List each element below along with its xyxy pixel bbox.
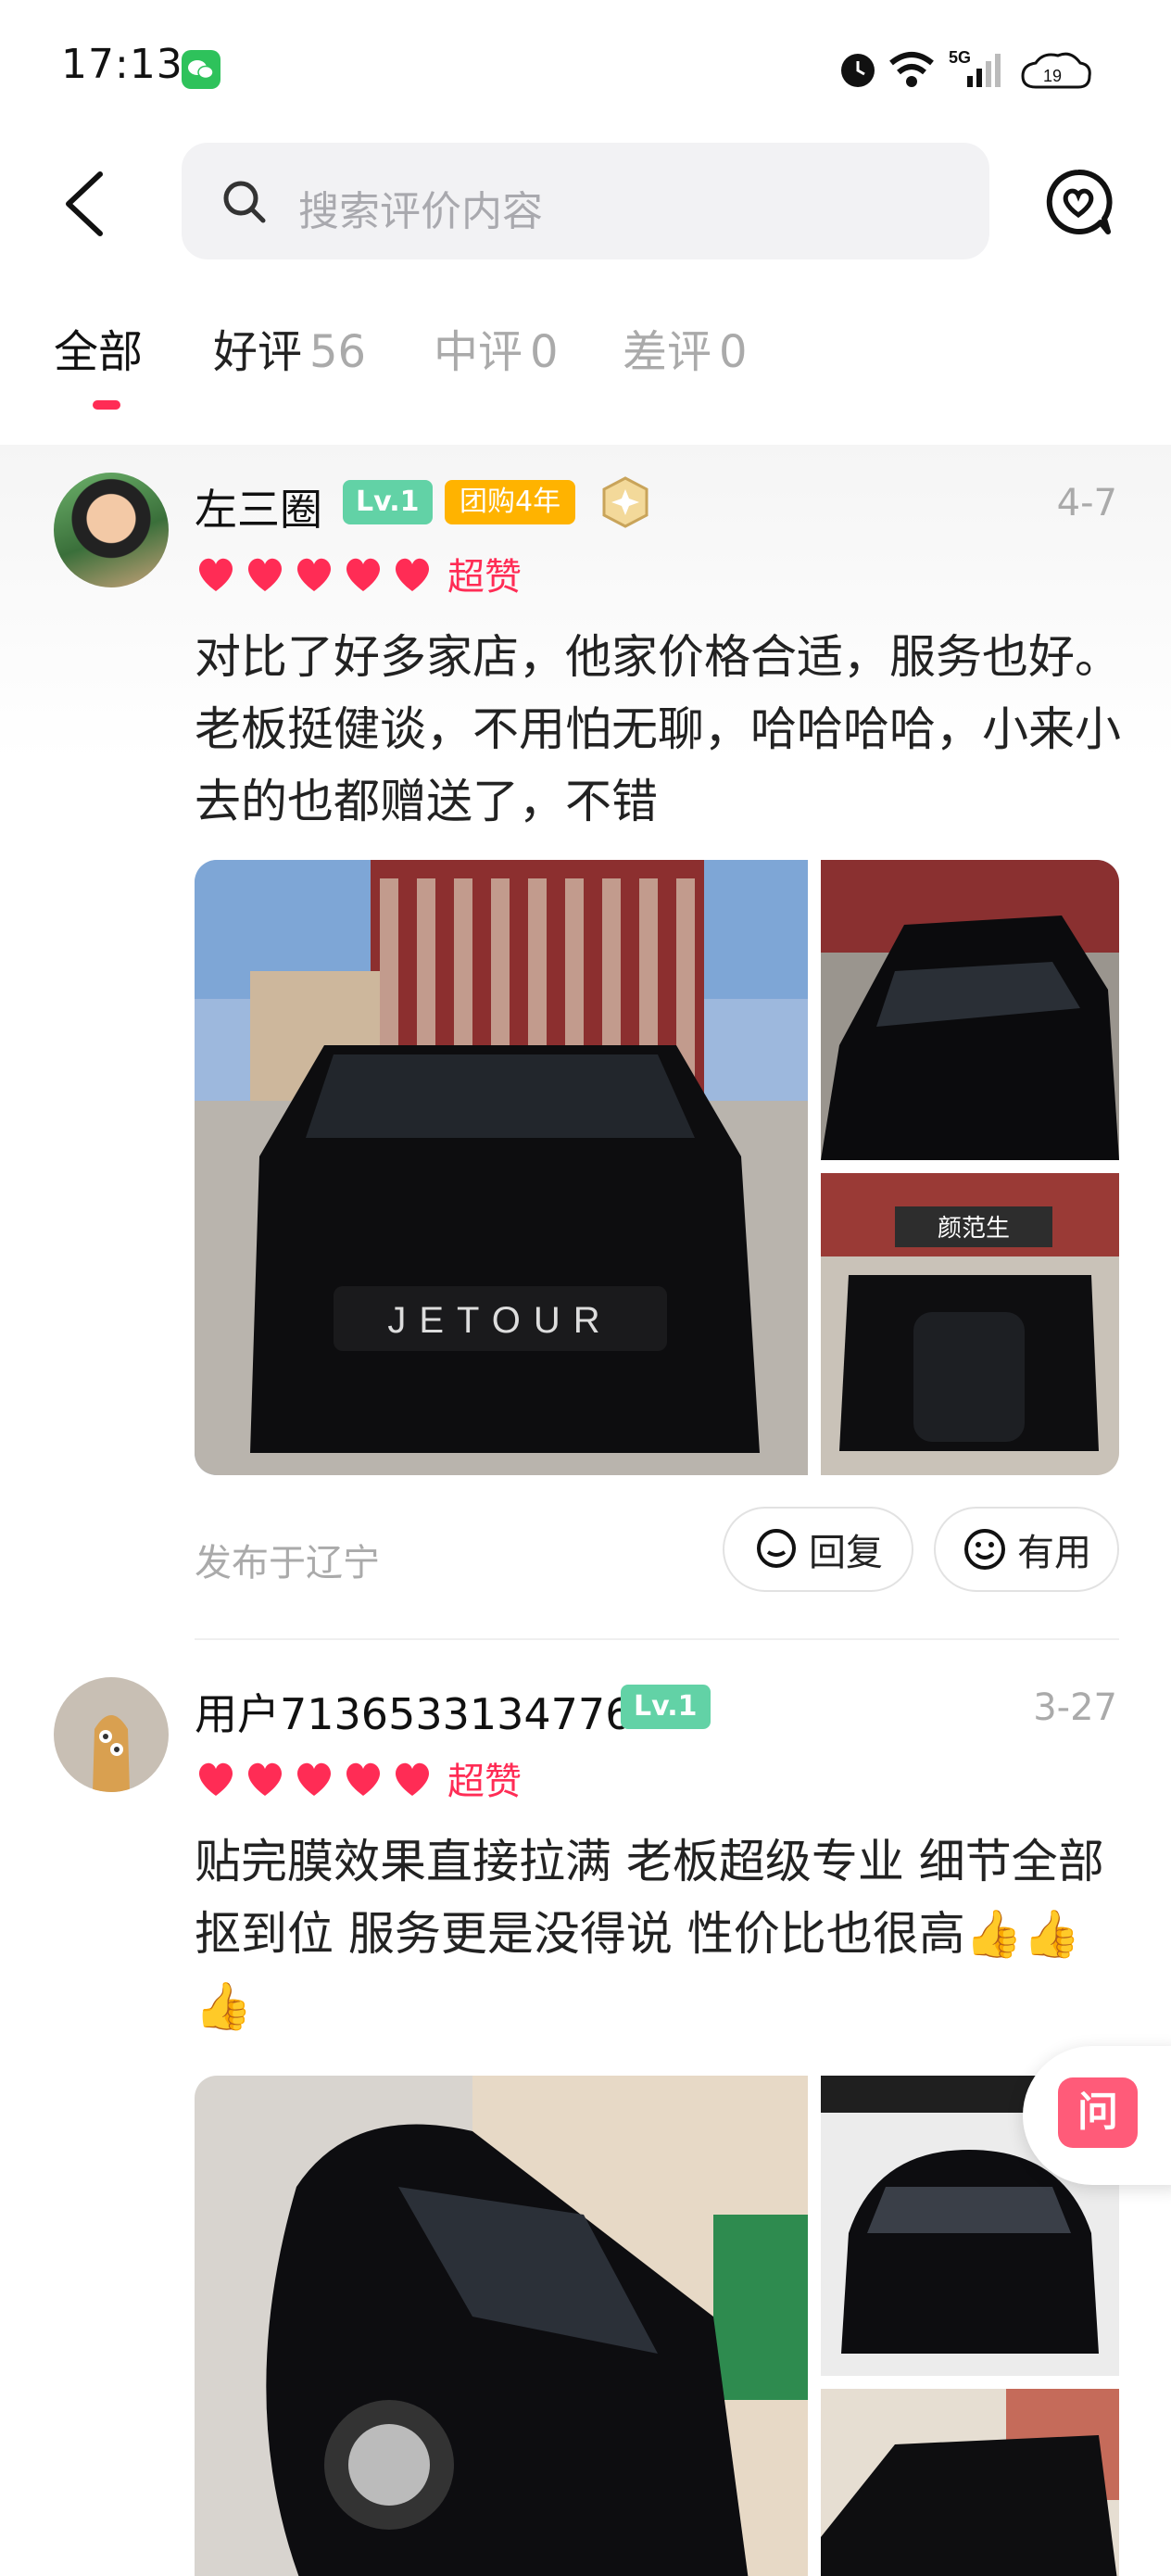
tab-neutral-count: 0	[530, 326, 559, 378]
heart-icon	[296, 1762, 332, 1796]
chevron-left-icon	[66, 171, 103, 236]
tab-all[interactable]: 全部	[54, 315, 143, 380]
tab-all-label: 全部	[54, 326, 144, 378]
shop-sign-text: 颜范生	[938, 1215, 1010, 1243]
rating-word: 超赞	[447, 556, 522, 599]
tab-good-count: 56	[309, 326, 367, 378]
tab-good-label: 好评	[213, 326, 303, 378]
rating-word: 超赞	[447, 1761, 522, 1803]
tuangou-badge: 团购4年	[445, 480, 576, 524]
review-photo-thumb[interactable]	[821, 2389, 1119, 2576]
search-icon	[223, 181, 266, 223]
heart-chat-icon[interactable]	[1043, 167, 1114, 237]
useful-label: 有用	[1017, 1532, 1091, 1574]
tab-bad-count: 0	[719, 326, 748, 378]
vip-diamond-icon	[602, 476, 648, 528]
review-location: 发布于辽宁	[195, 1542, 380, 1585]
smile-icon	[964, 1529, 1005, 1570]
tab-neutral[interactable]: 中评 0	[434, 315, 559, 380]
active-tab-indicator	[93, 400, 120, 410]
status-time: 17:13	[61, 41, 183, 88]
battery-level: 19	[1043, 67, 1062, 85]
divider	[195, 1638, 1119, 1640]
review-photo-thumb[interactable]: 颜范生	[821, 1173, 1119, 1475]
alarm-icon	[841, 54, 875, 87]
battery-icon: 19	[1021, 52, 1091, 89]
review-card: 用户7136533134776 Lv.1 3-27 超赞 贴完膜效果直接拉满 老…	[0, 1649, 1171, 2576]
network-label: 5G	[949, 48, 971, 67]
avatar[interactable]	[54, 473, 169, 587]
review-date: 3-27	[1033, 1686, 1117, 1729]
review-date: 4-7	[1056, 482, 1117, 524]
top-bar: 搜索评价内容	[0, 139, 1171, 269]
tab-good[interactable]: 好评 56	[213, 315, 366, 380]
rating-hearts: 超赞	[195, 550, 522, 599]
status-bar: 17:13 5G 19	[0, 0, 1171, 139]
back-button[interactable]	[56, 167, 120, 241]
signal-icon	[967, 54, 1001, 87]
review-photo-main[interactable]: JETOUR	[195, 860, 808, 1475]
review-photo-thumb[interactable]	[821, 860, 1119, 1160]
reply-button[interactable]: 回复	[723, 1507, 913, 1592]
rating-tabs: 全部 好评 56 中评 0 差评 0	[0, 315, 1171, 417]
wifi-icon	[889, 52, 934, 87]
tab-neutral-label: 中评	[434, 326, 523, 378]
heart-icon	[395, 558, 430, 591]
search-input[interactable]: 搜索评价内容	[182, 143, 989, 259]
avatar[interactable]	[54, 1677, 169, 1792]
grille-text: JETOUR	[387, 1300, 612, 1341]
heart-icon	[346, 558, 381, 591]
review-photo-main[interactable]	[195, 2076, 808, 2576]
review-card: 左三圈 Lv.1 团购4年 4-7 超赞 对比了好多家店，他家价格合适，服务也好…	[0, 445, 1171, 1640]
heart-icon	[247, 1762, 283, 1796]
review-username[interactable]: 用户7136533134776	[195, 1681, 632, 1742]
comment-icon	[757, 1529, 796, 1568]
heart-icon	[395, 1762, 430, 1796]
search-placeholder: 搜索评价内容	[298, 188, 543, 235]
heart-icon	[247, 558, 283, 591]
ask-question-button[interactable]: 问	[1023, 2046, 1171, 2185]
ask-icon: 问	[1058, 2077, 1138, 2148]
review-text[interactable]: 贴完膜效果直接拉满 老板超级专业 细节全部抠到位 服务更是没得说 性价比也很高👍…	[195, 1825, 1121, 2042]
level-badge: Lv.1	[343, 480, 433, 524]
wechat-icon	[182, 50, 220, 89]
tab-bad[interactable]: 差评 0	[623, 315, 748, 380]
reply-label: 回复	[809, 1532, 883, 1574]
heart-icon	[198, 1762, 233, 1796]
review-username[interactable]: 左三圈	[195, 476, 322, 537]
heart-icon	[346, 1762, 381, 1796]
review-text[interactable]: 对比了好多家店，他家价格合适，服务也好。老板挺健谈，不用怕无聊，哈哈哈哈，小来小…	[195, 621, 1121, 838]
rating-hearts: 超赞	[195, 1755, 522, 1803]
status-icons: 5G 19	[837, 43, 1115, 98]
useful-button[interactable]: 有用	[934, 1507, 1119, 1592]
level-badge: Lv.1	[621, 1685, 711, 1729]
heart-icon	[198, 558, 233, 591]
heart-icon	[296, 558, 332, 591]
tab-bad-label: 差评	[623, 326, 712, 378]
